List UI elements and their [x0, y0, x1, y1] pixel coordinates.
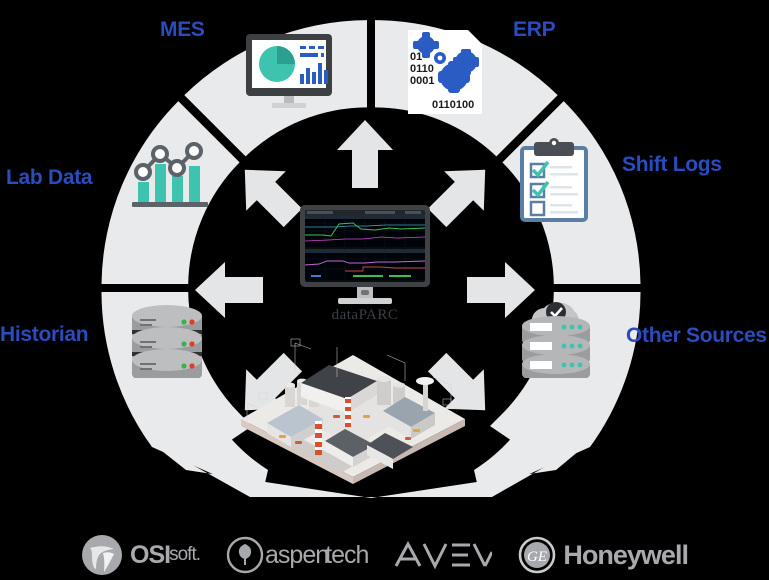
logo-honeywell-text: Honeywell	[563, 539, 689, 570]
trend-pane-bottom	[305, 249, 425, 280]
cloud-server-rack-icon	[514, 298, 598, 384]
document-gears-binary-icon: 01 0110 0001 0110100	[404, 28, 486, 116]
svg-text:GE: GE	[527, 549, 547, 565]
erp-binary-line-1: 01	[410, 51, 422, 63]
erp-binary-line-3: 0001	[410, 75, 434, 87]
trend-pane-top	[305, 215, 425, 247]
segment-label-other-sources[interactable]: Other Sources	[626, 324, 767, 348]
aspen-leaf-circle-icon	[226, 536, 264, 574]
clipboard-checklist-icon	[518, 138, 590, 222]
pi-circle-icon	[82, 535, 123, 575]
logo-aspentech: aspen tech	[226, 536, 369, 574]
aveva-wordmark-icon	[395, 540, 493, 570]
monitor-bezel	[300, 205, 430, 287]
dataparc-product-label: dataPARC	[331, 307, 399, 323]
logo-honeywell: GE Honeywell	[518, 536, 689, 574]
segment-label-historian[interactable]: Historian	[0, 323, 89, 347]
diagram-canvas: 01 0110 0001 0110100 MES ERP Lab Data Sh…	[0, 0, 769, 580]
monitor-screen	[305, 210, 425, 282]
erp-binary-footer: 0110100	[432, 99, 474, 111]
vendor-logo-row: OSI soft. aspen tech GE Honeywell	[0, 530, 769, 580]
isometric-industrial-plant-illustration	[237, 337, 469, 484]
segment-label-shift-logs[interactable]: Shift Logs	[622, 153, 722, 177]
database-stack-icon	[122, 302, 212, 385]
center-dataparc-monitor[interactable]: dataPARC	[300, 205, 430, 323]
monitor-base	[338, 298, 392, 304]
segment-label-erp[interactable]: ERP	[513, 18, 556, 42]
bar-line-chart-icon	[128, 138, 216, 212]
logo-osisoft-text: OSI	[130, 540, 171, 569]
erp-binary-line-2: 0110	[410, 63, 434, 75]
logo-osisoft-suffix: soft.	[169, 544, 201, 565]
monitor-dashboard-icon	[240, 32, 338, 110]
logo-aspentech-suffix: tech	[325, 540, 369, 569]
segment-label-lab-data[interactable]: Lab Data	[6, 166, 93, 190]
logo-osisoft: OSI soft.	[81, 534, 201, 576]
ge-monogram-circle-icon: GE	[519, 536, 556, 574]
segment-label-mes[interactable]: MES	[160, 18, 205, 42]
logo-aspentech-text: aspen	[265, 540, 329, 569]
logo-aveva	[394, 540, 493, 570]
